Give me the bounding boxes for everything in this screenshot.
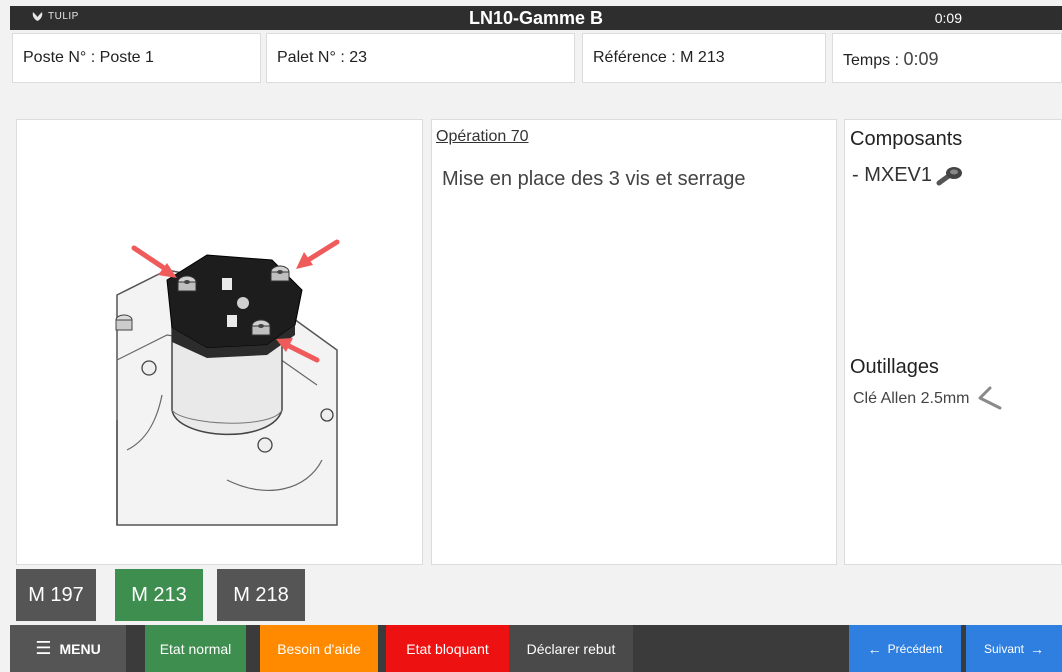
composants-title: Composants	[850, 128, 963, 150]
reference-value: M 213	[680, 49, 725, 66]
temps-box: Temps : 0:09	[832, 33, 1062, 83]
top-clock: 0:09	[934, 10, 962, 26]
arrow-right-icon: →	[1030, 640, 1045, 657]
besoin-aide-button[interactable]: Besoin d'aide	[260, 625, 378, 672]
operation-panel: Opération 70 Mise en place des 3 vis et …	[431, 119, 837, 565]
bottom-bar: ☰ MENU Etat normal Besoin d'aide Etat bl…	[10, 625, 1062, 672]
reference-box: Référence : M 213	[582, 33, 826, 83]
palet-label: Palet N° :	[277, 49, 350, 66]
tool-item: Clé Allen 2.5mm	[853, 386, 1004, 412]
part-image-panel	[16, 119, 423, 565]
tool-name: Clé Allen 2.5mm	[853, 390, 970, 407]
poste-value: Poste 1	[99, 49, 154, 66]
suivant-button[interactable]: Suivant →	[966, 625, 1062, 672]
ref-button-m213[interactable]: M 213	[115, 569, 203, 621]
palet-box: Palet N° : 23	[266, 33, 575, 83]
screw-icon	[936, 166, 963, 185]
precedent-label: Précédent	[887, 641, 943, 656]
declarer-rebut-button[interactable]: Déclarer rebut	[509, 625, 633, 672]
hamburger-icon: ☰	[35, 638, 52, 658]
reference-label: Référence :	[593, 49, 681, 66]
etat-bloquant-button[interactable]: Etat bloquant	[386, 625, 509, 672]
etat-normal-button[interactable]: Etat normal	[145, 625, 246, 672]
operation-description: Mise en place des 3 vis et serrage	[442, 168, 746, 190]
part-assembly-image	[115, 239, 340, 526]
palet-value: 23	[349, 49, 367, 66]
temps-value: 0:09	[903, 49, 939, 69]
ref-button-m218[interactable]: M 218	[217, 569, 305, 621]
app-title: LN10-Gamme B	[468, 8, 604, 28]
screw-1	[177, 275, 197, 292]
precedent-button[interactable]: ← Précédent	[849, 625, 961, 672]
menu-button[interactable]: ☰ MENU	[10, 625, 126, 672]
top-bar: TULIP LN10-Gamme B 0:09	[10, 6, 1062, 30]
components-panel: Composants - MXEV1 Outillages Clé Allen …	[844, 119, 1062, 565]
poste-box: Poste N° : Poste 1	[12, 33, 261, 83]
menu-label: MENU	[59, 640, 101, 657]
ref-button-m197[interactable]: M 197	[16, 569, 96, 621]
arrow-left-icon: ←	[867, 640, 882, 657]
allen-key-icon	[978, 386, 1001, 410]
component-name: - MXEV1	[852, 164, 933, 186]
operation-title: Opération 70	[436, 128, 529, 145]
temps-label: Temps :	[843, 52, 904, 69]
outillages-title: Outillages	[850, 356, 939, 378]
suivant-label: Suivant	[983, 641, 1025, 656]
component-item: - MXEV1	[852, 164, 966, 187]
poste-label: Poste N° :	[23, 49, 100, 66]
